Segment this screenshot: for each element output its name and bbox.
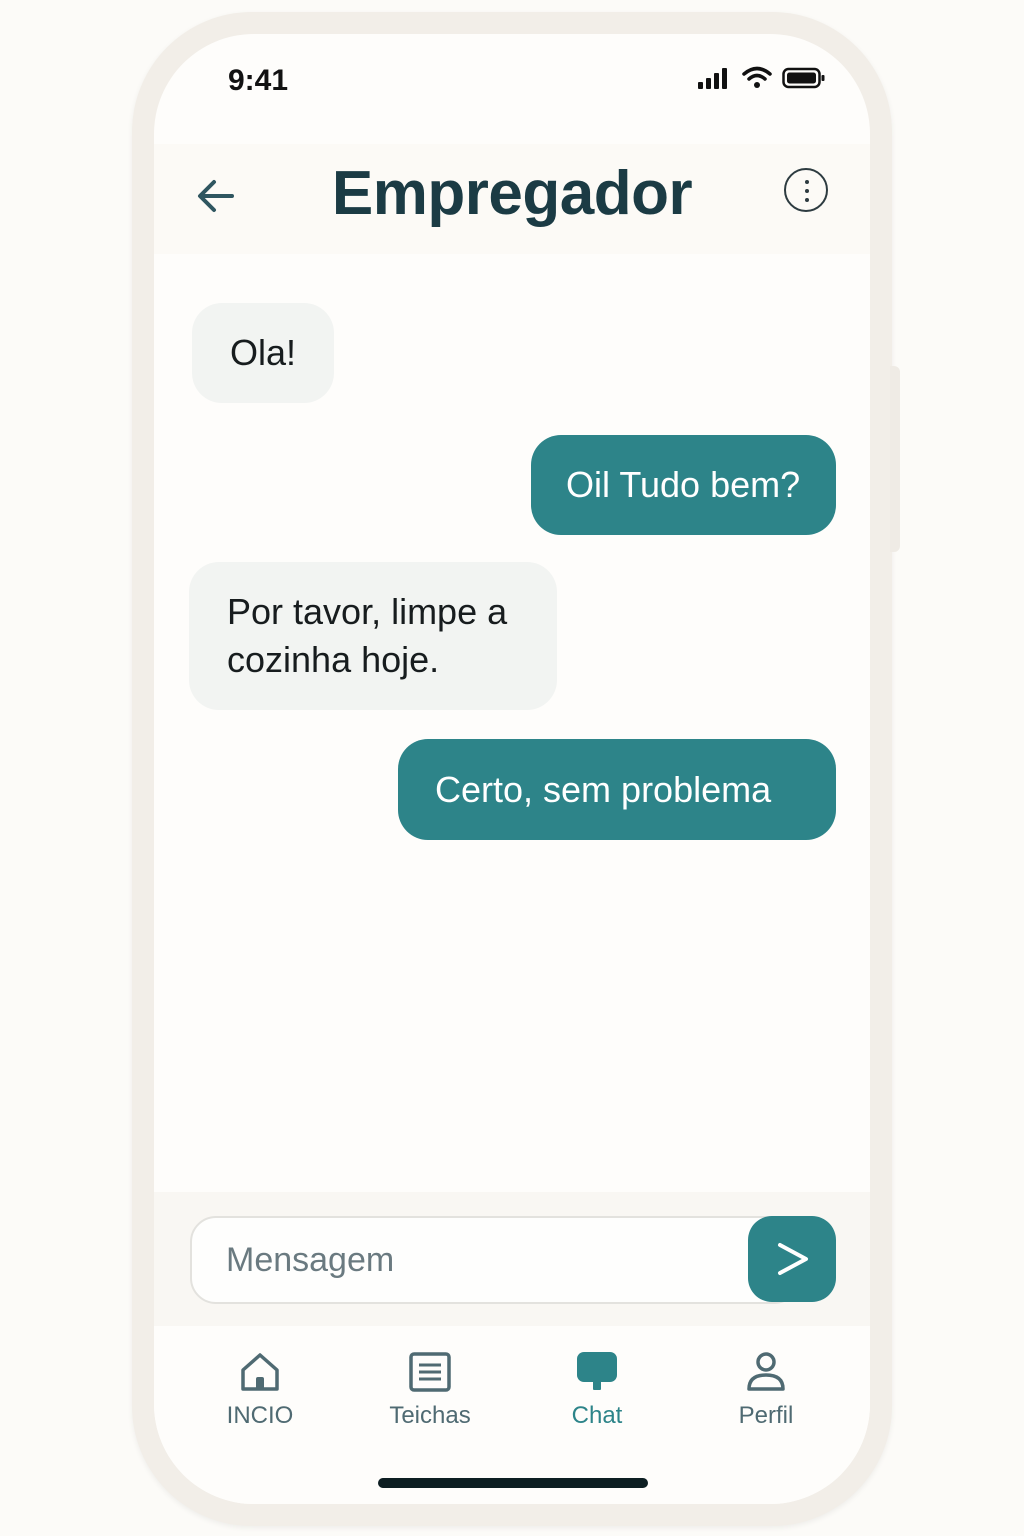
- message-bubble-received: Ola!: [192, 303, 334, 403]
- message-text: Certo, sem problema: [435, 769, 772, 810]
- home-indicator: [378, 1478, 648, 1488]
- message-input[interactable]: [190, 1216, 800, 1304]
- list-icon: [409, 1352, 451, 1392]
- message-bubble-sent: Certo, sem problema: [398, 739, 836, 840]
- message-text: Por tavor, limpe a cozinha hoje.: [227, 591, 508, 680]
- home-icon: [241, 1353, 279, 1391]
- tab-label: Perfil: [738, 1402, 794, 1429]
- chat-header: Empregador: [154, 144, 870, 254]
- tab-perfil[interactable]: Perfil: [691, 1350, 841, 1430]
- message-bubble-sent: Oil Tudo bem?: [531, 435, 836, 535]
- send-button[interactable]: [748, 1216, 836, 1302]
- send-icon: [778, 1243, 808, 1275]
- tab-label: INCIO: [226, 1402, 294, 1429]
- message-text: Ola!: [230, 332, 297, 373]
- message-list: Ola! Oil Tudo bem? Por tavor, limpe a co…: [154, 254, 870, 1194]
- phone-side-button: [890, 366, 900, 552]
- app-screen: 9:41 Empregador Ola! Oil Tudo bem? Por t…: [154, 34, 870, 1504]
- message-text: Oil Tudo bem?: [566, 464, 801, 505]
- wifi-icon: [742, 66, 772, 88]
- tab-tarefas[interactable]: Teichas: [355, 1350, 505, 1430]
- more-options-icon[interactable]: [784, 168, 828, 212]
- page-title: Empregador: [331, 159, 693, 228]
- message-bubble-received: Por tavor, limpe a cozinha hoje.: [189, 562, 557, 710]
- signal-icon: [698, 68, 727, 89]
- tab-label: Chat: [571, 1402, 623, 1429]
- message-composer: [154, 1192, 870, 1326]
- chat-icon: [577, 1352, 617, 1390]
- tab-inicio[interactable]: INCIO: [185, 1350, 335, 1430]
- status-time: 9:41: [228, 64, 289, 97]
- tab-chat[interactable]: Chat: [522, 1350, 672, 1430]
- status-icons: [696, 66, 826, 90]
- battery-icon: [782, 67, 825, 89]
- profile-icon: [747, 1352, 785, 1391]
- tab-label: Teichas: [389, 1402, 471, 1429]
